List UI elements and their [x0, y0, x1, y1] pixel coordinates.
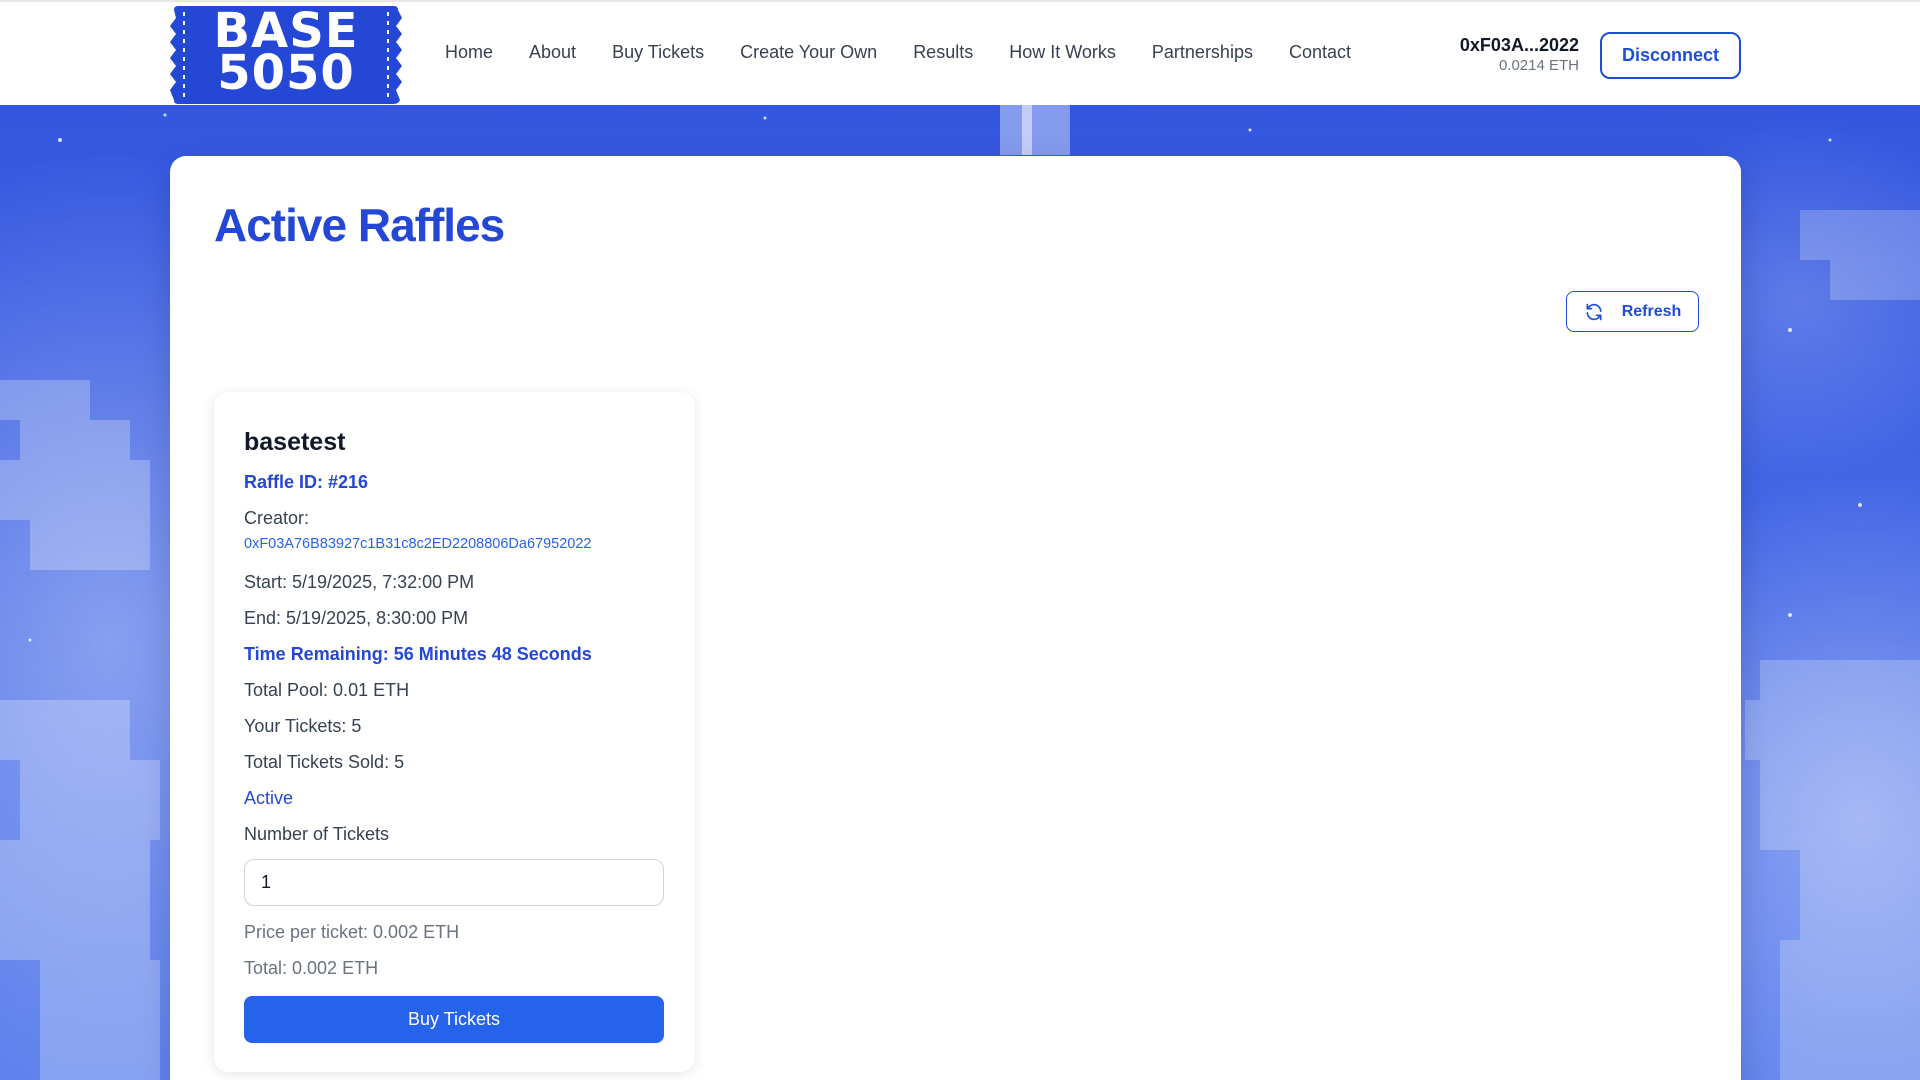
raffle-start: Start: 5/19/2025, 7:32:00 PM: [244, 572, 475, 592]
time-remaining: Time Remaining: 56 Minutes 48 Seconds: [244, 644, 592, 664]
status-badge: Active: [244, 788, 294, 808]
main-nav: Home About Buy Tickets Create Your Own R…: [445, 42, 1387, 63]
nav-create-your-own[interactable]: Create Your Own: [740, 42, 877, 63]
raffle-end: End: 5/19/2025, 8:30:00 PM: [244, 608, 469, 628]
nav-about[interactable]: About: [529, 42, 576, 63]
creator-address-link[interactable]: 0xF03A76B83927c1B31c8c2ED2208806Da679520…: [244, 536, 591, 552]
price-per-ticket: Price per ticket: 0.002 ETH: [244, 922, 460, 942]
raffle-name: basetest: [244, 428, 346, 456]
nav-contact[interactable]: Contact: [1289, 42, 1351, 63]
raffle-card: basetest Raffle ID: #216 Creator: 0xF03A…: [214, 392, 695, 1072]
site-logo[interactable]: BASE 5050: [170, 4, 402, 106]
total-price: Total: 0.002 ETH: [244, 958, 379, 978]
wallet-info: 0xF03A...2022 0.0214 ETH: [1460, 34, 1579, 76]
wallet-balance: 0.0214 ETH: [1498, 57, 1579, 74]
total-tickets-sold: Total Tickets Sold: 5: [244, 752, 405, 772]
wallet-address: 0xF03A...2022: [1459, 35, 1579, 55]
site-header: BASE 5050 Home About Buy Tickets Create …: [0, 0, 1920, 105]
logo-line-2: 5050: [217, 45, 355, 101]
total-pool: Total Pool: 0.01 ETH: [244, 680, 410, 700]
nav-results[interactable]: Results: [913, 42, 973, 63]
refresh-button[interactable]: Refresh: [1566, 291, 1699, 332]
tickets-label: Number of Tickets: [244, 824, 390, 844]
nav-how-it-works[interactable]: How It Works: [1009, 42, 1116, 63]
creator-label: Creator:: [244, 508, 310, 528]
page-title: Active Raffles: [214, 199, 505, 251]
disconnect-button[interactable]: Disconnect: [1600, 32, 1741, 79]
raffle-id: Raffle ID: #216: [244, 472, 369, 492]
tickets-input[interactable]: [244, 859, 664, 906]
your-tickets: Your Tickets: 5: [244, 716, 362, 736]
nav-home[interactable]: Home: [445, 42, 493, 63]
buy-tickets-button[interactable]: Buy Tickets: [244, 996, 664, 1043]
nav-partnerships[interactable]: Partnerships: [1152, 42, 1253, 63]
logo-text: BASE 5050: [170, 7, 402, 101]
nav-buy-tickets[interactable]: Buy Tickets: [612, 42, 704, 63]
active-raffles-panel: Active Raffles Refresh basetest Raffle I…: [170, 156, 1741, 1080]
refresh-icon: [1586, 303, 1602, 320]
refresh-label: Refresh: [1621, 302, 1682, 320]
